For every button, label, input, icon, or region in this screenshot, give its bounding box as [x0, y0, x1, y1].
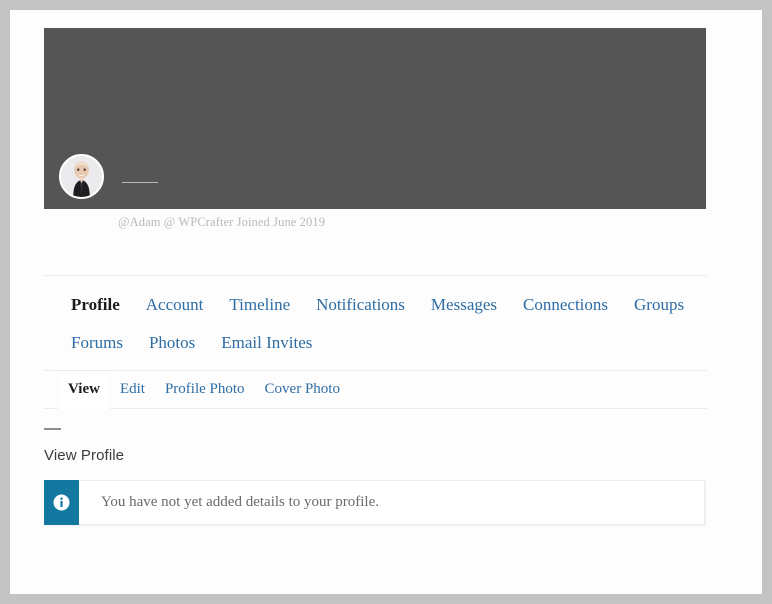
subnav-item-edit[interactable]: Edit [110, 371, 155, 409]
profile-meta: @Adam @ WPCrafter Joined June 2019 [118, 215, 326, 229]
primary-navigation-row-1: Profile Account Timeline Notifications M… [44, 286, 707, 324]
info-notice-message: You have not yet added details to your p… [101, 494, 380, 510]
title-divider [44, 428, 61, 430]
cover-photo[interactable] [44, 28, 706, 209]
nav-item-email-invites[interactable]: Email Invites [208, 324, 325, 362]
subnav-item-profile-photo[interactable]: Profile Photo [155, 371, 255, 409]
subnav-item-view[interactable]: View [58, 371, 110, 409]
display-name-placeholder [122, 182, 158, 183]
primary-navigation-row-2: Forums Photos Email Invites [44, 324, 707, 362]
page-title: View Profile [44, 447, 125, 464]
info-icon [44, 480, 79, 525]
content-area: View Profile You have not yet added deta… [44, 428, 707, 525]
info-icon-glyph [53, 494, 70, 511]
nav-item-profile[interactable]: Profile [58, 286, 133, 324]
nav-item-connections[interactable]: Connections [510, 286, 621, 324]
info-notice: You have not yet added details to your p… [44, 480, 705, 525]
nav-item-forums[interactable]: Forums [58, 324, 136, 362]
nav-item-timeline[interactable]: Timeline [216, 286, 303, 324]
subnav-item-cover-photo[interactable]: Cover Photo [255, 371, 350, 409]
sub-navigation: View Edit Profile Photo Cover Photo [44, 371, 707, 409]
avatar[interactable] [59, 154, 104, 199]
nav-item-notifications[interactable]: Notifications [303, 286, 418, 324]
profile-page: @Adam @ WPCrafter Joined June 2019 Profi… [44, 28, 707, 525]
nav-item-messages[interactable]: Messages [418, 286, 510, 324]
primary-navigation: Profile Account Timeline Notifications M… [44, 275, 707, 371]
avatar-image [61, 156, 102, 197]
browser-viewport: @Adam @ WPCrafter Joined June 2019 Profi… [10, 10, 762, 594]
nav-item-groups[interactable]: Groups [621, 286, 697, 324]
nav-item-photos[interactable]: Photos [136, 324, 208, 362]
nav-item-account[interactable]: Account [133, 286, 217, 324]
